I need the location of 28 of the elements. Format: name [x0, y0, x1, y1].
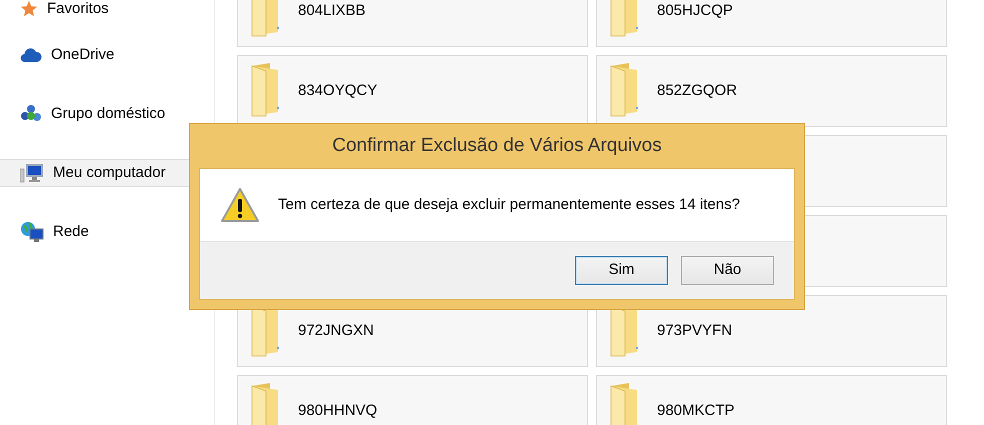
folder-name: 972JNGXN: [298, 320, 374, 341]
folder-name: 834OYQCY: [298, 80, 378, 101]
folder-name: 804LIXBB: [298, 0, 366, 21]
folder-tile[interactable]: 804LIXBB: [237, 0, 588, 47]
folder-name: 852ZGQOR: [657, 80, 738, 101]
warning-icon: [220, 187, 260, 223]
folder-tile[interactable]: 852ZGQOR: [596, 55, 947, 127]
dialog-button[interactable]: Sim: [575, 256, 668, 285]
folder-tile[interactable]: 805HJCQP: [596, 0, 947, 47]
computer-icon: [20, 163, 44, 183]
network-icon: [20, 221, 44, 243]
folder-name: 980MKCTP: [657, 400, 735, 421]
sidebar-item[interactable]: Rede: [0, 218, 190, 246]
homegroup-icon: [20, 104, 42, 124]
dialog-title: Confirmar Exclusão de Vários Arquivos: [331, 134, 663, 158]
sidebar-item[interactable]: Favoritos: [0, 0, 190, 23]
sidebar-item[interactable]: Grupo doméstico: [0, 100, 190, 128]
sidebar-item[interactable]: OneDrive: [0, 41, 190, 69]
dialog-message: Tem certeza de que deseja excluir permanentemente esses 14 itens?: [278, 194, 740, 215]
folder-name: 973PVYFN: [657, 320, 732, 341]
sidebar-item[interactable]: Meu computador: [0, 159, 190, 187]
dialog-button[interactable]: Não: [681, 256, 774, 285]
folder-tile[interactable]: 980HHNVQ: [237, 375, 588, 425]
star-icon: [20, 0, 38, 18]
cloud-icon: [20, 48, 42, 62]
folder-name: 805HJCQP: [657, 0, 733, 21]
folder-name: 980HHNVQ: [298, 400, 378, 421]
folder-tile[interactable]: 980MKCTP: [596, 375, 947, 425]
